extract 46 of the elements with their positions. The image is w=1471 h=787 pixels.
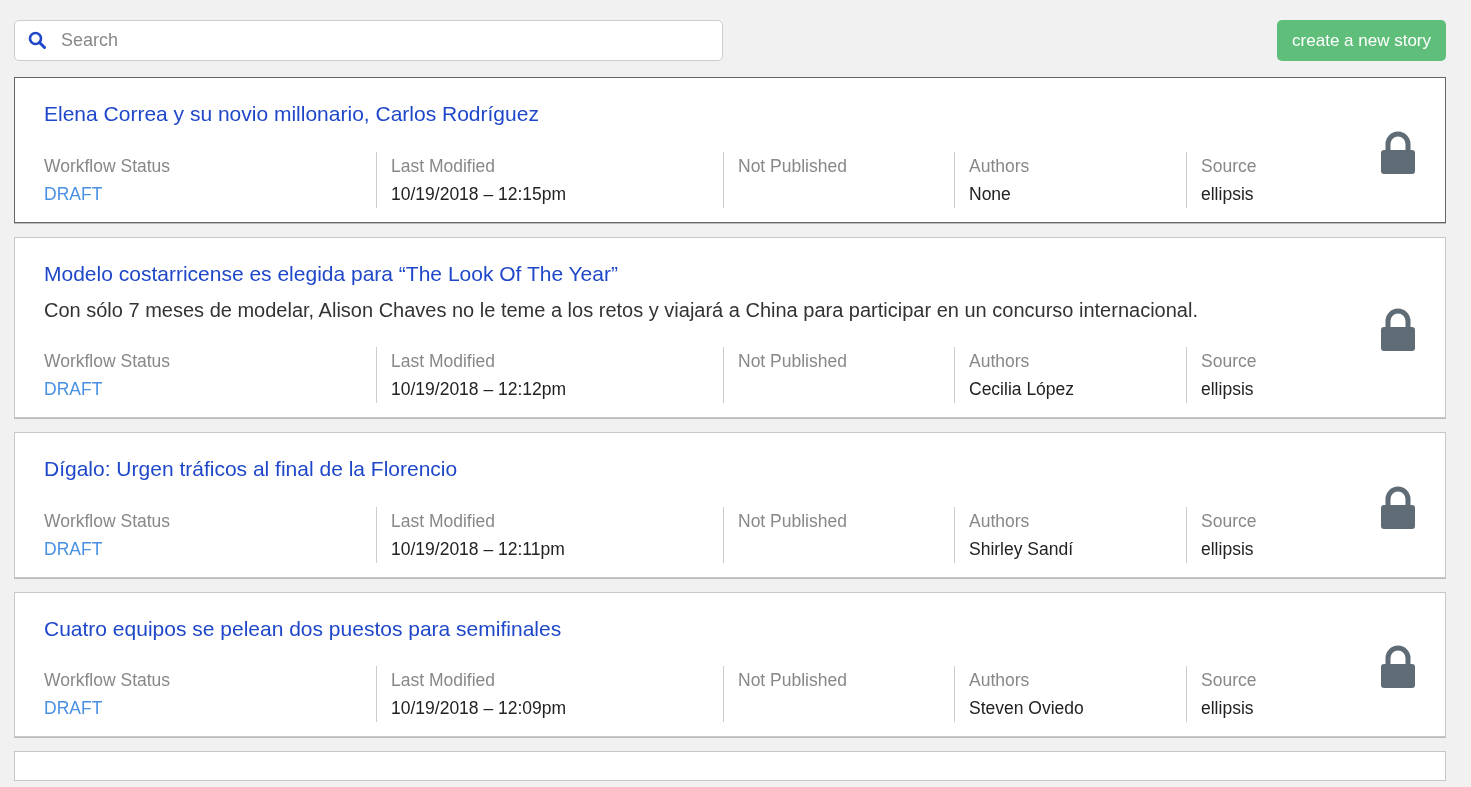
field-label: Not Published <box>738 350 848 373</box>
field-label: Source <box>1201 154 1258 178</box>
story-title-link[interactable]: Elena Correa y su novio millonario, Carlos Rodríguez <box>44 98 539 130</box>
field-label: Last Modified <box>391 154 497 178</box>
field-value: 10/19/2018 – 12:15pm <box>391 182 568 206</box>
field-label: Not Published <box>738 509 848 533</box>
field-label: Source <box>1201 509 1258 533</box>
field-label: Not Published <box>738 154 848 178</box>
field-label: Last Modified <box>391 509 497 533</box>
field-value: 10/19/2018 – 12:09pm <box>391 697 568 720</box>
field-label: Authors <box>969 154 1031 178</box>
story-summary: Con sólo 7 meses de modelar, Alison Chaves no le teme a los retos y viajará a China para participar en un concurso internacional. <box>44 298 1199 323</box>
field-label: Workflow Status <box>44 669 172 692</box>
field-value: ellipsis <box>1201 537 1255 561</box>
field-label: Workflow Status <box>44 350 172 373</box>
field-label: Authors <box>969 669 1031 692</box>
field-label: Source <box>1201 669 1258 692</box>
field-label: Workflow Status <box>44 509 172 533</box>
story-title-link[interactable]: Dígalo: Urgen tráficos al final de la Florencio <box>44 453 458 485</box>
story-title-link[interactable]: Modelo costarricense es elegida para “The Look Of The Year” <box>44 257 618 289</box>
status-value: DRAFT <box>44 537 104 561</box>
story-card[interactable] <box>14 236 1446 418</box>
field-value: ellipsis <box>1201 182 1255 206</box>
field-value: 10/19/2018 – 12:11pm <box>391 537 566 561</box>
story-card[interactable]: Cuatro equipos se pelean dos puestos para semifinales Workflow Status DRAFT Last Modified 10/19/2018 – 12:09pm Not Published Authors Steven Oviedo Source ellipsis <box>14 591 1446 737</box>
field-label: Authors <box>969 509 1031 533</box>
field-value: Shirley Sandí <box>969 537 1075 561</box>
field-label: Last Modified <box>391 669 497 692</box>
field-label: Authors <box>969 350 1031 373</box>
story-title-link[interactable]: Cuatro equipos se pelean dos puestos para semifinales <box>44 612 562 644</box>
field-label: Last Modified <box>391 350 497 373</box>
field-label: Workflow Status <box>44 154 172 178</box>
field-value: Steven Oviedo <box>969 697 1085 720</box>
search-field[interactable]: Search <box>14 20 723 61</box>
status-value: DRAFT <box>44 378 104 401</box>
field-value: None <box>969 182 1012 206</box>
field-value: 10/19/2018 – 12:12pm <box>391 378 568 401</box>
status-value: DRAFT <box>44 697 104 720</box>
story-card[interactable]: Dígalo: Urgen tráficos al final de la Florencio Workflow Status DRAFT Last Modified 10/19/2018 – 12:11pm Not Published Authors Shirley Sandí Source ellipsis <box>14 432 1446 578</box>
field-value: ellipsis <box>1201 697 1255 720</box>
field-value: Cecilia López <box>969 378 1076 401</box>
field-value: ellipsis <box>1201 378 1255 401</box>
status-value: DRAFT <box>44 182 104 206</box>
field-label: Not Published <box>738 669 848 692</box>
field-label: Source <box>1201 350 1258 373</box>
story-card[interactable]: Elena Correa y su novio millonario, Carlos Rodríguez Workflow Status DRAFT Last Modified 10/19/2018 – 12:15pm Not Published Authors None Source ellipsis <box>14 77 1446 223</box>
